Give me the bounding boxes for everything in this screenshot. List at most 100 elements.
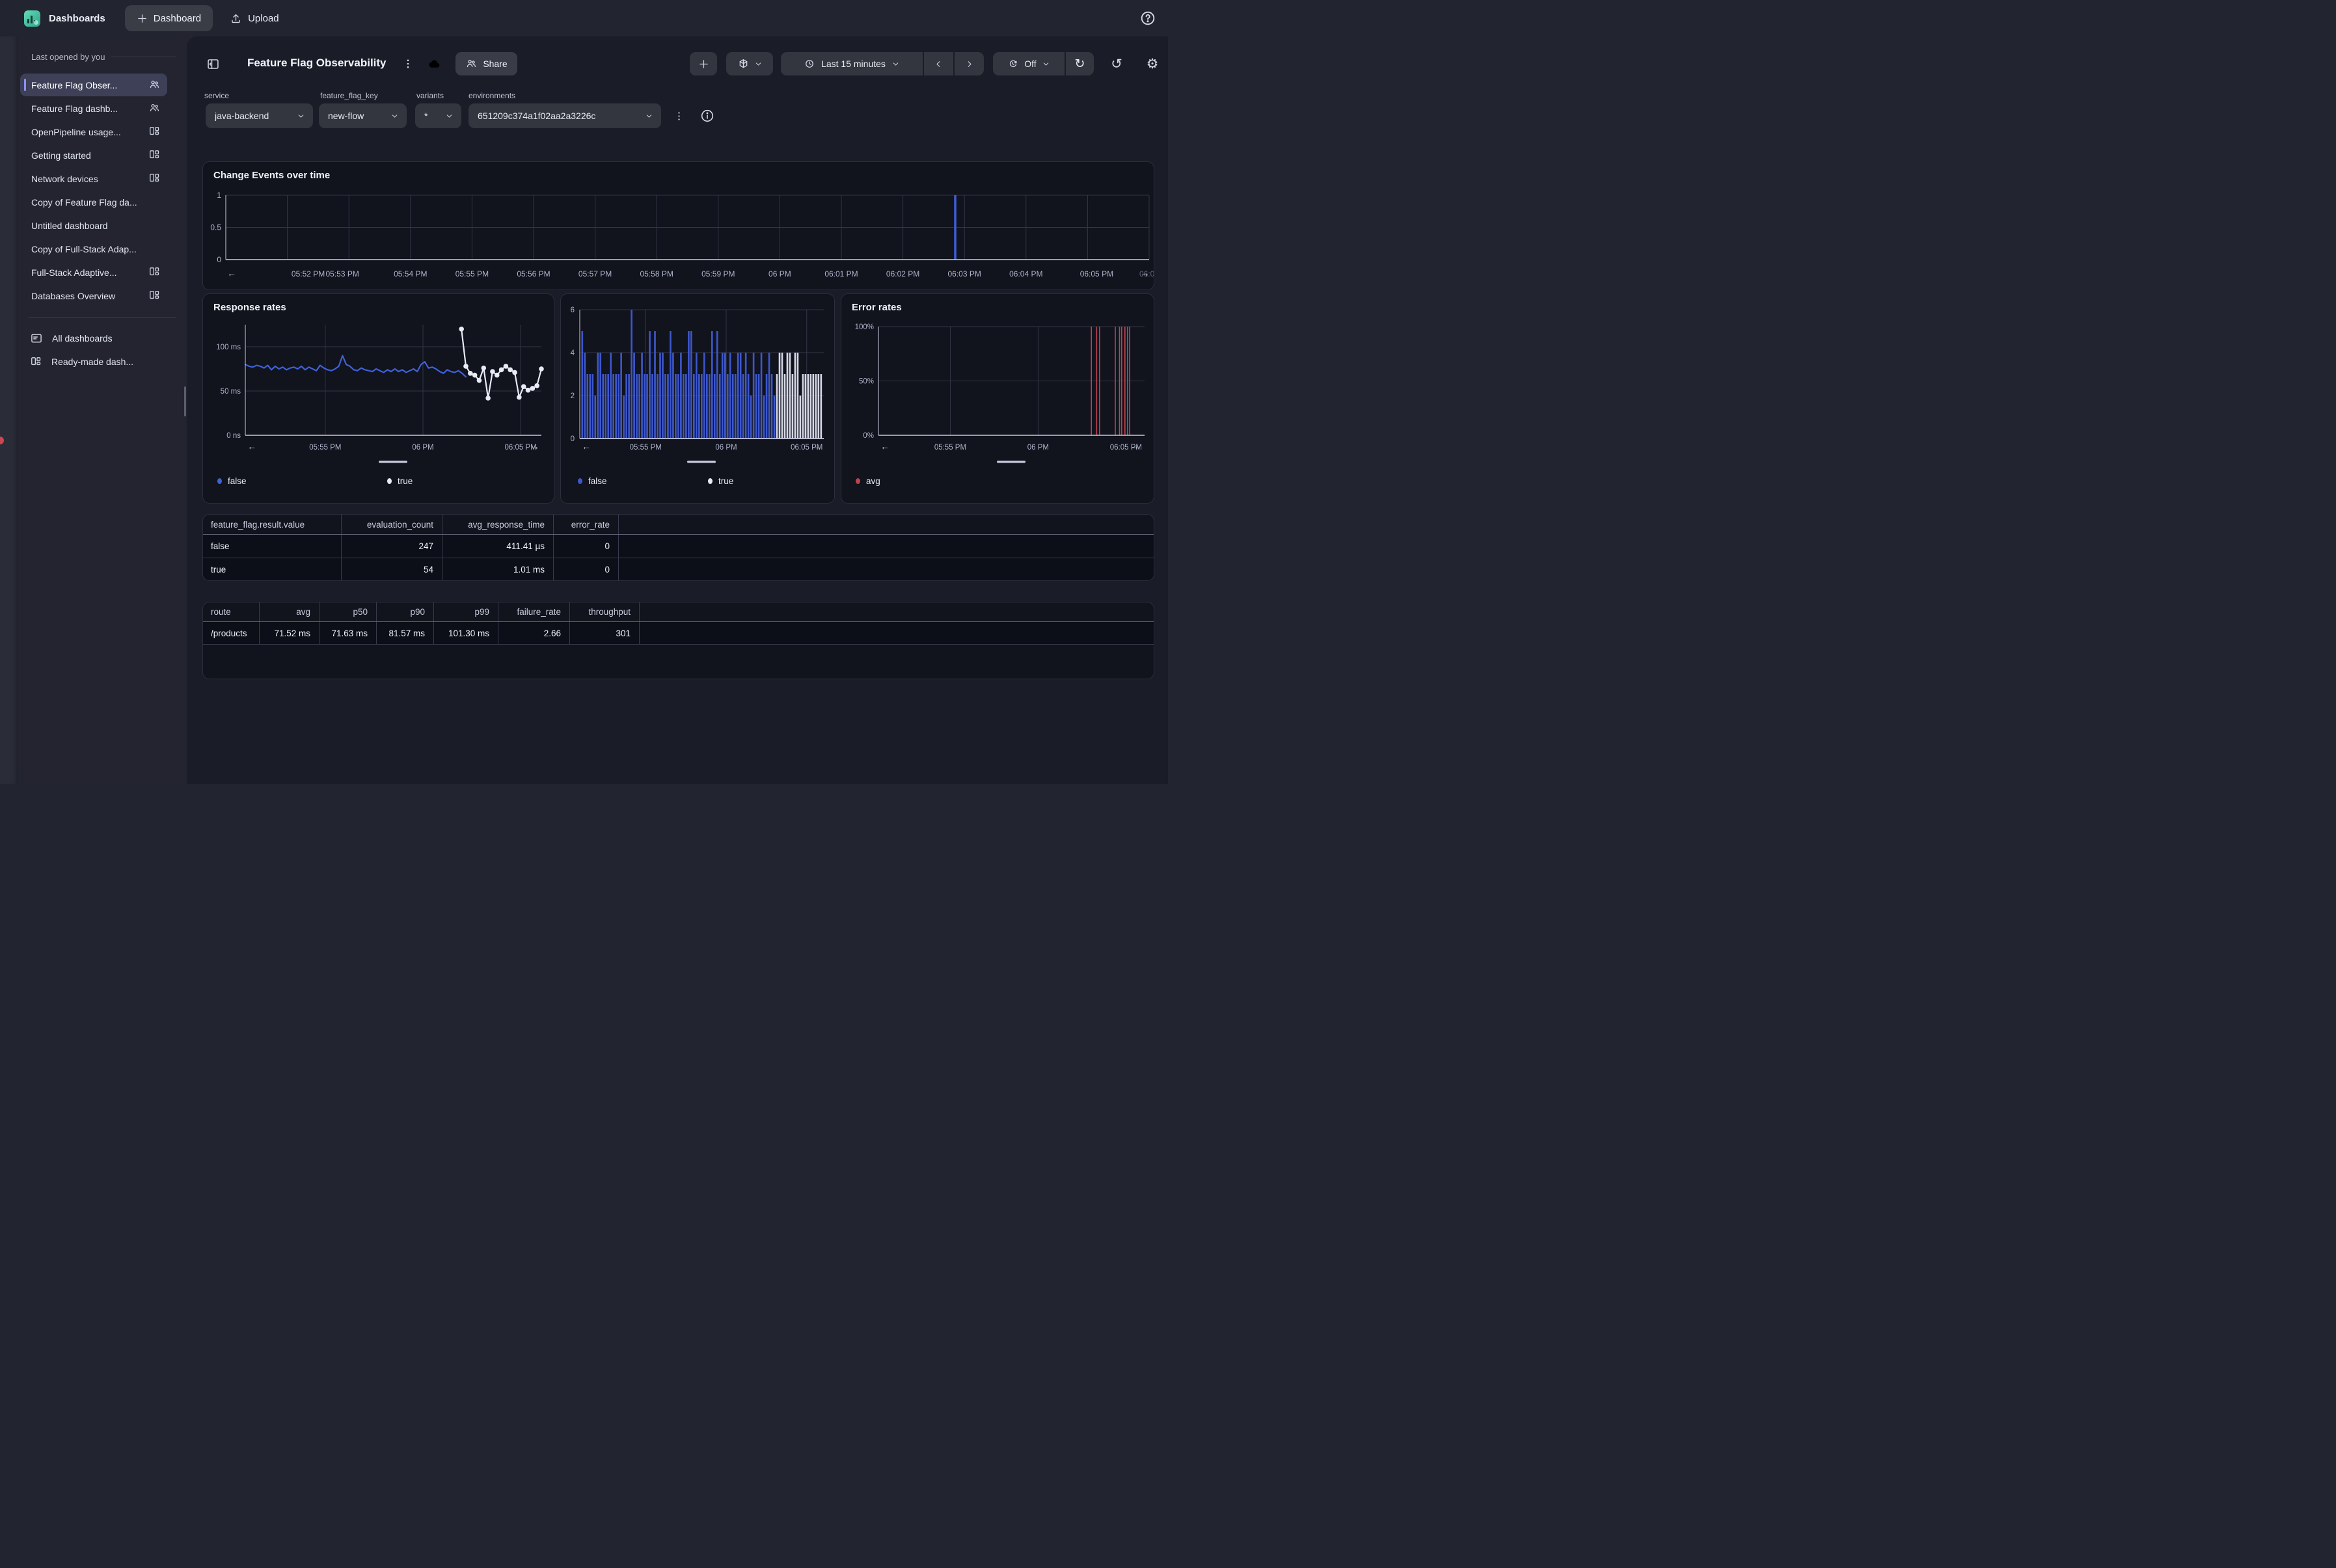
sidebar-item[interactable]: Feature Flag Obser... (20, 74, 167, 96)
chevron-down-icon (1042, 60, 1050, 68)
table-cell: 1.01 ms (442, 558, 554, 581)
sidebar-item[interactable]: Network devices (20, 167, 167, 190)
table-filler (619, 535, 1154, 558)
cloud-sync-icon[interactable] (425, 55, 443, 73)
app-name: Dashboards (49, 13, 105, 24)
settings-button[interactable]: ⚙ (1143, 52, 1162, 75)
upload-button[interactable]: Upload (230, 12, 279, 25)
legend-item-false[interactable]: false (578, 475, 607, 487)
visualization-picker[interactable] (726, 52, 773, 75)
sidebar-item[interactable]: OpenPipeline usage... (20, 120, 167, 143)
flag-results-table-panel[interactable]: feature_flag.result.valueevaluation_coun… (202, 514, 1154, 581)
legend-item-true[interactable]: true (708, 475, 733, 487)
collapse-sidebar-button[interactable] (204, 55, 222, 73)
table-header-cell: throughput (570, 602, 640, 621)
help-button[interactable] (1138, 8, 1158, 28)
table-header-cell: avg (260, 602, 319, 621)
svg-text:05:52 PM: 05:52 PM (292, 269, 325, 278)
table-header-row: routeavgp50p90p99failure_ratethroughput (203, 602, 1154, 622)
legend-label: avg (866, 476, 880, 486)
dashboard-grid-icon (148, 126, 161, 138)
pan-right-arrow: → (813, 441, 822, 452)
gear-icon: ⚙ (1147, 56, 1159, 72)
legend-item-true[interactable]: true (387, 475, 413, 487)
sidebar-item[interactable]: Full-Stack Adaptive... (20, 261, 167, 284)
legend-item-avg[interactable]: avg (856, 475, 880, 487)
legend-label: true (398, 476, 413, 486)
timeframe-forward-button[interactable] (955, 52, 984, 75)
history-button[interactable]: ↺ (1107, 52, 1126, 75)
route-metrics-table-panel[interactable]: routeavgp50p90p99failure_ratethroughput/… (202, 602, 1154, 679)
svg-text:2: 2 (571, 392, 575, 400)
evaluation-counts-panel[interactable]: 642005:55 PM06 PM06:05 PM←→falsetrue (560, 293, 835, 504)
auto-refresh-selector[interactable]: Off (993, 52, 1065, 75)
legend-dot (387, 478, 392, 484)
page-title: Feature Flag Observability (247, 57, 387, 70)
change-events-chart[interactable]: 10.5005:52 PM05:53 PM05:54 PM05:55 PM05:… (203, 162, 1154, 290)
svg-text:50%: 50% (859, 378, 874, 386)
filters-row: java-backend new-flow * 651209c374a1f02a… (187, 103, 1168, 128)
sidebar-scrollbar[interactable] (184, 386, 186, 416)
chevron-down-icon (645, 112, 653, 120)
table-row[interactable]: /products71.52 ms71.63 ms81.57 ms101.30 … (203, 622, 1154, 645)
filters-menu-button[interactable] (671, 108, 686, 124)
table-cell: 301 (570, 622, 640, 644)
svg-text:100 ms: 100 ms (216, 344, 241, 351)
tab-new-dashboard[interactable]: Dashboard (125, 5, 213, 31)
add-tile-button[interactable] (690, 52, 717, 75)
svg-text:50 ms: 50 ms (221, 388, 241, 396)
table-cell: 2.66 (498, 622, 570, 644)
feature-flag-key-value: new-flow (328, 111, 384, 121)
sidebar-item-label: Getting started (31, 150, 143, 161)
sidebar-item-label: Network devices (31, 174, 143, 184)
selected-accent-bar (24, 79, 26, 91)
evaluation-counts-chart[interactable]: 642005:55 PM06 PM06:05 PM←→ (561, 294, 835, 504)
refresh-button[interactable]: ↻ (1066, 52, 1094, 75)
table-row[interactable]: true541.01 ms0 (203, 558, 1154, 581)
info-button[interactable] (698, 107, 716, 125)
sidebar-item[interactable]: Untitled dashboard (20, 214, 167, 237)
sidebar-item[interactable]: Copy of Full-Stack Adap... (20, 237, 167, 260)
variants-filter[interactable]: * (415, 103, 461, 128)
legend-dot (708, 478, 713, 484)
collapsed-nav-rail[interactable] (0, 36, 18, 784)
change-events-panel[interactable]: Change Events over time 10.5005:52 PM05:… (202, 161, 1154, 290)
legend-dot (856, 478, 860, 484)
share-button[interactable]: Share (455, 52, 517, 75)
environments-filter[interactable]: 651209c374a1f02aa2a3226c (469, 103, 661, 128)
sidebar-item-label: OpenPipeline usage... (31, 127, 143, 137)
svg-text:05:59 PM: 05:59 PM (701, 269, 735, 278)
timeframe-selector[interactable]: Last 15 minutes (781, 52, 923, 75)
sidebar-item[interactable]: Feature Flag dashb... (20, 97, 167, 120)
chevron-down-icon (754, 60, 763, 68)
sidebar-item[interactable]: Getting started (20, 144, 167, 167)
response-rates-panel[interactable]: Response rates 100 ms50 ms0 ns05:55 PM06… (202, 293, 554, 504)
filter-label-variants: variants (416, 91, 444, 100)
ready-made-icon (30, 356, 42, 368)
refresh-control: Off ↻ (993, 52, 1094, 75)
feature-flag-key-filter[interactable]: new-flow (319, 103, 407, 128)
dashboard-menu-button[interactable] (399, 55, 417, 73)
pan-left-arrow: ← (227, 268, 236, 278)
service-filter[interactable]: java-backend (206, 103, 313, 128)
table-header-cell: feature_flag.result.value (203, 515, 342, 534)
table-header-cell: avg_response_time (442, 515, 554, 534)
sidebar-item[interactable]: Databases Overview (20, 284, 167, 307)
table-row[interactable]: false247411.41 µs0 (203, 535, 1154, 558)
timeframe-control: Last 15 minutes (781, 52, 984, 75)
sidebar-footer-item[interactable]: Ready-made dash... (18, 350, 187, 373)
svg-text:06:03 PM: 06:03 PM (948, 269, 981, 278)
error-rates-chart[interactable]: 100%50%0%05:55 PM06 PM06:05 PM←→ (841, 294, 1154, 504)
sidebar-item[interactable]: Copy of Feature Flag da... (20, 191, 167, 213)
refresh-icon: ↻ (1075, 57, 1085, 71)
svg-text:0: 0 (571, 435, 575, 443)
error-rates-panel[interactable]: Error rates 100%50%0%05:55 PM06 PM06:05 … (841, 293, 1154, 504)
table-cell: false (203, 535, 342, 558)
response-rates-chart[interactable]: 100 ms50 ms0 ns05:55 PM06 PM06:05 PM←→ (203, 294, 554, 504)
legend-item-false[interactable]: false (217, 475, 247, 487)
table-header-cell: failure_rate (498, 602, 570, 621)
svg-text:06 PM: 06 PM (1027, 444, 1049, 452)
pan-left-arrow: ← (247, 441, 256, 452)
sidebar-footer-item[interactable]: All dashboards (18, 327, 187, 350)
timeframe-back-button[interactable] (924, 52, 953, 75)
